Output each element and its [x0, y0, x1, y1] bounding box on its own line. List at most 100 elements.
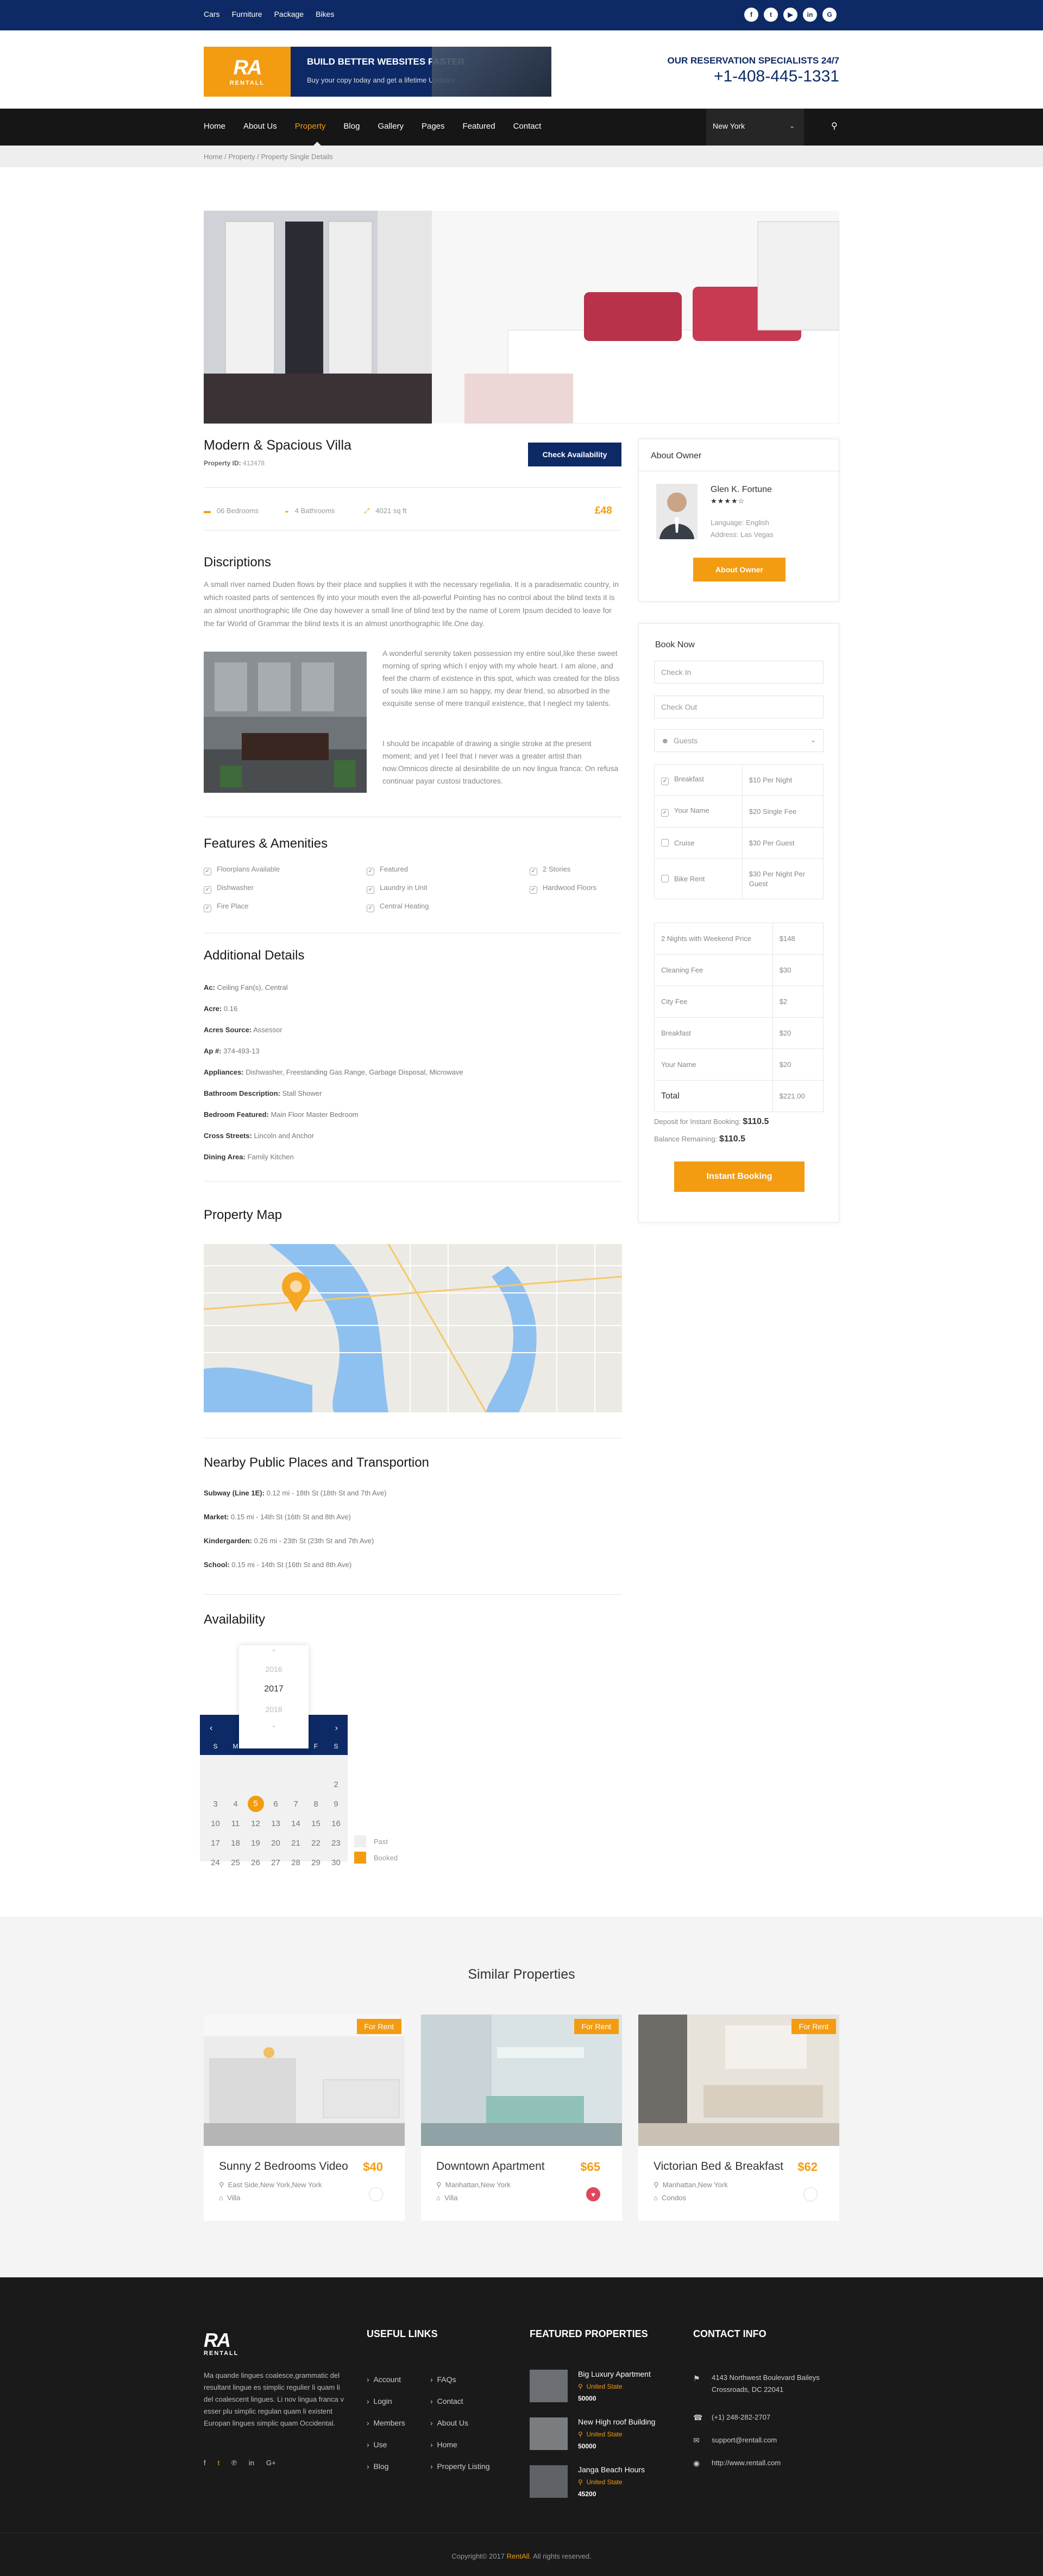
nav-pages[interactable]: Pages: [422, 122, 445, 131]
city-select[interactable]: New York ⌄: [706, 109, 804, 146]
topbar-link-package[interactable]: Package: [274, 10, 304, 18]
about-owner-button[interactable]: About Owner: [693, 558, 786, 582]
calendar-next-icon[interactable]: ›: [335, 1723, 338, 1733]
calendar-day[interactable]: 17: [205, 1833, 225, 1853]
calendar-day[interactable]: 18: [225, 1833, 246, 1853]
property-hero-image[interactable]: [204, 211, 839, 424]
search-icon[interactable]: ⚲: [831, 121, 838, 131]
calendar-day[interactable]: 30: [326, 1853, 346, 1872]
description-image[interactable]: [204, 652, 367, 793]
calendar-day[interactable]: 19: [246, 1833, 266, 1853]
calendar-day[interactable]: 23: [326, 1833, 346, 1853]
year-option-selected[interactable]: 2017: [239, 1684, 309, 1694]
calendar-day[interactable]: 11: [225, 1814, 246, 1833]
instant-booking-button[interactable]: Instant Booking: [674, 1161, 805, 1192]
topbar-link-furniture[interactable]: Furniture: [232, 10, 262, 18]
featured-thumb[interactable]: [530, 2417, 568, 2450]
footer-link[interactable]: › Home: [430, 2440, 457, 2449]
footer-link[interactable]: › Use: [367, 2440, 387, 2449]
calendar-day[interactable]: 6: [266, 1794, 286, 1814]
calendar-day[interactable]: 12: [246, 1814, 266, 1833]
nav-home[interactable]: Home: [204, 122, 225, 131]
nav-contact[interactable]: Contact: [513, 122, 542, 131]
check-out-input[interactable]: Check Out: [654, 696, 824, 718]
footer-email[interactable]: support@rentall.com: [712, 2436, 777, 2444]
topbar-link-cars[interactable]: Cars: [204, 10, 220, 18]
featured-thumb[interactable]: [530, 2370, 568, 2402]
calendar-day[interactable]: 26: [246, 1853, 266, 1872]
extra-row[interactable]: Cruise $30 Per Guest: [654, 827, 824, 859]
property-card-image[interactable]: For Rent: [638, 2015, 839, 2146]
property-card-name[interactable]: Victorian Bed & Breakfast: [654, 2160, 783, 2173]
calendar-day[interactable]: 15: [306, 1814, 326, 1833]
heart-icon[interactable]: [369, 2187, 383, 2201]
property-card-name[interactable]: Downtown Apartment: [436, 2160, 545, 2173]
nav-about-us[interactable]: About Us: [243, 122, 277, 131]
check-in-input[interactable]: Check In: [654, 661, 824, 684]
year-picker[interactable]: ⌃ 2016 2017 2018 ⌄: [239, 1645, 309, 1748]
calendar-day[interactable]: 13: [266, 1814, 286, 1833]
extra-row[interactable]: Bike Rent $30 Per Night Per Guest: [654, 858, 824, 899]
footer-link[interactable]: › Account: [367, 2375, 401, 2384]
chevron-down-icon[interactable]: ⌄: [239, 1721, 309, 1729]
calendar-day[interactable]: 28: [286, 1853, 306, 1872]
footer-logo[interactable]: RA RENTALL: [204, 2331, 258, 2357]
logo-banner[interactable]: RA RENTALL BUILD BETTER WEBSITES FASTER …: [204, 47, 551, 97]
google-plus-icon[interactable]: G: [822, 8, 837, 22]
checkbox-unchecked[interactable]: [661, 875, 669, 882]
nav-blog[interactable]: Blog: [343, 122, 360, 131]
calendar-day[interactable]: 10: [205, 1814, 225, 1833]
calendar-day[interactable]: 7: [286, 1794, 306, 1814]
twitter-icon[interactable]: t: [218, 2459, 220, 2467]
calendar-day[interactable]: 8: [306, 1794, 326, 1814]
footer-link[interactable]: › Property Listing: [430, 2462, 490, 2471]
extra-row[interactable]: ✓ Breakfast $10 Per Night: [654, 764, 824, 796]
footer-website[interactable]: http://www.rentall.com: [712, 2459, 781, 2467]
topbar-link-bikes[interactable]: Bikes: [316, 10, 334, 18]
property-card-image[interactable]: For Rent: [421, 2015, 622, 2146]
google-plus-icon[interactable]: G+: [266, 2459, 276, 2467]
checkbox-checked[interactable]: ✓: [661, 778, 669, 785]
footer-link[interactable]: › Blog: [367, 2462, 388, 2471]
property-card[interactable]: For Rent Downtown Apartment $65 ⚲ Manhat…: [421, 2015, 622, 2221]
heart-icon[interactable]: [803, 2187, 818, 2201]
calendar-day[interactable]: 9: [326, 1794, 346, 1814]
nav-gallery[interactable]: Gallery: [378, 122, 404, 131]
footer-link[interactable]: › Members: [367, 2419, 405, 2427]
owner-avatar[interactable]: [656, 484, 698, 539]
property-map[interactable]: [204, 1244, 622, 1412]
featured-thumb[interactable]: [530, 2465, 568, 2498]
reservation-phone[interactable]: +1-408-445-1331: [668, 67, 839, 86]
calendar-prev-icon[interactable]: ‹: [210, 1723, 212, 1733]
checkbox-unchecked[interactable]: [661, 839, 669, 847]
footer-link[interactable]: › FAQs: [430, 2375, 456, 2384]
calendar-day-selected[interactable]: 5: [246, 1794, 266, 1814]
footer-link[interactable]: › About Us: [430, 2419, 468, 2427]
logo[interactable]: RA RENTALL: [204, 47, 291, 97]
linkedin-icon[interactable]: in: [803, 8, 817, 22]
calendar-day[interactable]: 2: [326, 1775, 346, 1794]
property-card-name[interactable]: Sunny 2 Bedrooms Video: [219, 2160, 348, 2173]
calendar-day[interactable]: 4: [225, 1794, 246, 1814]
calendar-day[interactable]: 29: [306, 1853, 326, 1872]
calendar-day[interactable]: 14: [286, 1814, 306, 1833]
calendar-day[interactable]: 24: [205, 1853, 225, 1872]
year-option[interactable]: 2018: [239, 1705, 309, 1714]
nav-property[interactable]: Property: [295, 122, 326, 131]
property-card-image[interactable]: For Rent: [204, 2015, 405, 2146]
property-card[interactable]: For Rent Victorian Bed & Breakfast $62 ⚲…: [638, 2015, 839, 2221]
footer-phone[interactable]: (+1) 248-282-2707: [712, 2413, 770, 2421]
featured-name[interactable]: Big Luxury Apartment: [578, 2370, 651, 2378]
pinterest-icon[interactable]: ℗: [231, 2459, 237, 2467]
promo-banner[interactable]: BUILD BETTER WEBSITES FASTER Buy your co…: [291, 47, 551, 97]
chevron-up-icon[interactable]: ⌃: [239, 1649, 309, 1656]
calendar-day[interactable]: 3: [205, 1794, 225, 1814]
extra-row[interactable]: ✓ Your Name $20 Single Fee: [654, 795, 824, 828]
nav-featured[interactable]: Featured: [463, 122, 495, 131]
copyright-brand[interactable]: RentAll: [507, 2552, 530, 2560]
twitter-icon[interactable]: t: [764, 8, 778, 22]
featured-name[interactable]: Janga Beach Hours: [578, 2465, 645, 2474]
calendar-day[interactable]: 21: [286, 1833, 306, 1853]
featured-name[interactable]: New High roof Building: [578, 2417, 655, 2426]
footer-link[interactable]: › Login: [367, 2397, 392, 2405]
